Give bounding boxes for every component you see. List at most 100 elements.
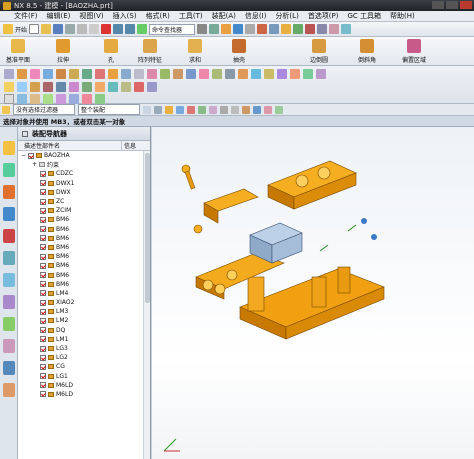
tree-part-row[interactable]: BM6	[18, 243, 150, 252]
trim-body-icon[interactable]	[43, 69, 53, 79]
curve-icon[interactable]	[56, 94, 66, 104]
part-visibility-checkbox[interactable]	[40, 235, 46, 242]
face-select-icon[interactable]	[187, 105, 195, 114]
intersection-snap-icon[interactable]	[264, 105, 272, 114]
tree-part-row[interactable]: LM2	[18, 316, 150, 325]
emboss-icon[interactable]	[277, 69, 287, 79]
slot-icon[interactable]	[134, 69, 144, 79]
pocket-icon[interactable]	[121, 69, 131, 79]
tree-part-row[interactable]: DWX	[18, 188, 150, 197]
hd3d-tab-icon[interactable]	[3, 229, 15, 243]
part-visibility-checkbox[interactable]	[40, 336, 46, 343]
snap-point-icon[interactable]	[143, 105, 151, 114]
extrude-button[interactable]: 拉伸	[56, 39, 70, 64]
part-visibility-checkbox[interactable]	[40, 382, 46, 389]
part-visibility-checkbox[interactable]	[40, 207, 46, 214]
expand-icon[interactable]: +	[32, 161, 37, 168]
shell-button[interactable]: 抽壳	[232, 39, 246, 64]
tree-part-row[interactable]: LM4	[18, 289, 150, 298]
cut-icon[interactable]	[65, 24, 76, 34]
chamfer-button[interactable]: 倒斜角	[358, 39, 376, 64]
start-button[interactable]: 开始	[15, 25, 27, 34]
manufacturing-wizard-tab-icon[interactable]	[3, 339, 15, 353]
tree-part-row[interactable]: BM6	[18, 261, 150, 270]
sketch-icon[interactable]	[4, 69, 14, 79]
reuse-library-tab-icon[interactable]	[3, 207, 15, 221]
menu-format[interactable]: 格式(R)	[146, 11, 170, 21]
close-window-button[interactable]	[460, 1, 472, 9]
feature-select-icon[interactable]	[165, 105, 173, 114]
thicken-icon[interactable]	[212, 69, 222, 79]
pillar-right[interactable]	[311, 276, 327, 308]
pin-icon[interactable]	[22, 130, 28, 137]
menu-file[interactable]: 文件(F)	[14, 11, 38, 21]
type-filter-dropdown[interactable]: 没有选择过滤器	[13, 104, 75, 115]
menu-edit[interactable]: 编辑(E)	[47, 11, 71, 21]
bracket-boss-2[interactable]	[317, 166, 331, 180]
pillar-back[interactable]	[337, 266, 351, 294]
part-visibility-checkbox[interactable]	[40, 345, 46, 352]
array-component-icon[interactable]	[95, 82, 105, 92]
replace-face-icon[interactable]	[225, 69, 235, 79]
screw-shank[interactable]	[184, 170, 196, 190]
offset-face-icon[interactable]	[264, 69, 274, 79]
part-visibility-checkbox[interactable]	[40, 272, 46, 279]
layer-icon[interactable]	[233, 24, 244, 34]
part-visibility-checkbox[interactable]	[40, 216, 46, 223]
part-visibility-checkbox[interactable]	[40, 189, 46, 196]
redo-icon[interactable]	[125, 24, 136, 34]
tree-part-row[interactable]: M6LD	[18, 381, 150, 390]
delete-icon[interactable]	[101, 24, 112, 34]
constraint-navigator-tab-icon[interactable]	[3, 163, 15, 177]
window-icon[interactable]	[197, 24, 208, 34]
delete-face-icon[interactable]	[251, 69, 261, 79]
edge-select-icon[interactable]	[198, 105, 206, 114]
offset-region-button[interactable]: 偏置区域	[402, 39, 426, 64]
menu-view[interactable]: 视图(V)	[79, 11, 103, 21]
unite-button[interactable]: 求和	[188, 39, 202, 64]
selection-scope-dropdown[interactable]: 整个装配	[78, 104, 140, 115]
bracket-boss-1[interactable]	[295, 174, 309, 188]
system-materials-tab-icon[interactable]	[3, 295, 15, 309]
graphics-window[interactable]	[152, 127, 474, 459]
tree-part-row[interactable]: ZCIM	[18, 206, 150, 215]
tree-part-row[interactable]: CDZC	[18, 169, 150, 178]
reference-set-icon[interactable]	[147, 82, 157, 92]
tree-part-row[interactable]: LM1	[18, 335, 150, 344]
part-visibility-checkbox[interactable]	[40, 373, 46, 380]
menu-help[interactable]: 帮助(H)	[390, 11, 415, 21]
tree-part-row[interactable]: LG1	[18, 372, 150, 381]
part-visibility-checkbox[interactable]	[40, 253, 46, 260]
scale-icon[interactable]	[199, 69, 209, 79]
tree-part-row[interactable]: BM6	[18, 234, 150, 243]
part-visibility-checkbox[interactable]	[40, 244, 46, 251]
curve-select-icon[interactable]	[209, 105, 217, 114]
round-boss-2[interactable]	[214, 283, 226, 295]
part-visibility-checkbox[interactable]	[40, 363, 46, 370]
tree-part-row[interactable]: DWX1	[18, 179, 150, 188]
scrollbar-thumb[interactable]	[145, 153, 150, 303]
project-icon[interactable]	[69, 94, 79, 104]
boss-icon[interactable]	[108, 69, 118, 79]
part-visibility-checkbox[interactable]	[40, 317, 46, 324]
split-body-icon[interactable]	[56, 69, 66, 79]
tree-part-row[interactable]: BM6	[18, 225, 150, 234]
select-icon[interactable]	[4, 82, 14, 92]
snap-icon[interactable]	[17, 82, 27, 92]
dowel-pin[interactable]	[193, 224, 203, 234]
assembly-navigator-tab-icon[interactable]	[3, 141, 15, 155]
constraints-row[interactable]: + 约束	[18, 160, 150, 169]
body-select-icon[interactable]	[176, 105, 184, 114]
quadrant-snap-icon[interactable]	[253, 105, 261, 114]
pillar-left[interactable]	[247, 276, 265, 312]
analysis-icon[interactable]	[305, 24, 316, 34]
intersect-icon[interactable]	[95, 94, 105, 104]
column-part-name[interactable]: 描述性部件名	[18, 141, 122, 150]
minimize-button[interactable]	[432, 1, 444, 9]
arc-icon[interactable]	[30, 94, 40, 104]
menu-gc-toolkit[interactable]: GC 工具箱	[348, 11, 382, 21]
line-icon[interactable]	[17, 94, 27, 104]
point-icon[interactable]	[4, 94, 14, 104]
command-finder-icon[interactable]	[137, 24, 148, 34]
part-visibility-checkbox[interactable]	[40, 281, 46, 288]
